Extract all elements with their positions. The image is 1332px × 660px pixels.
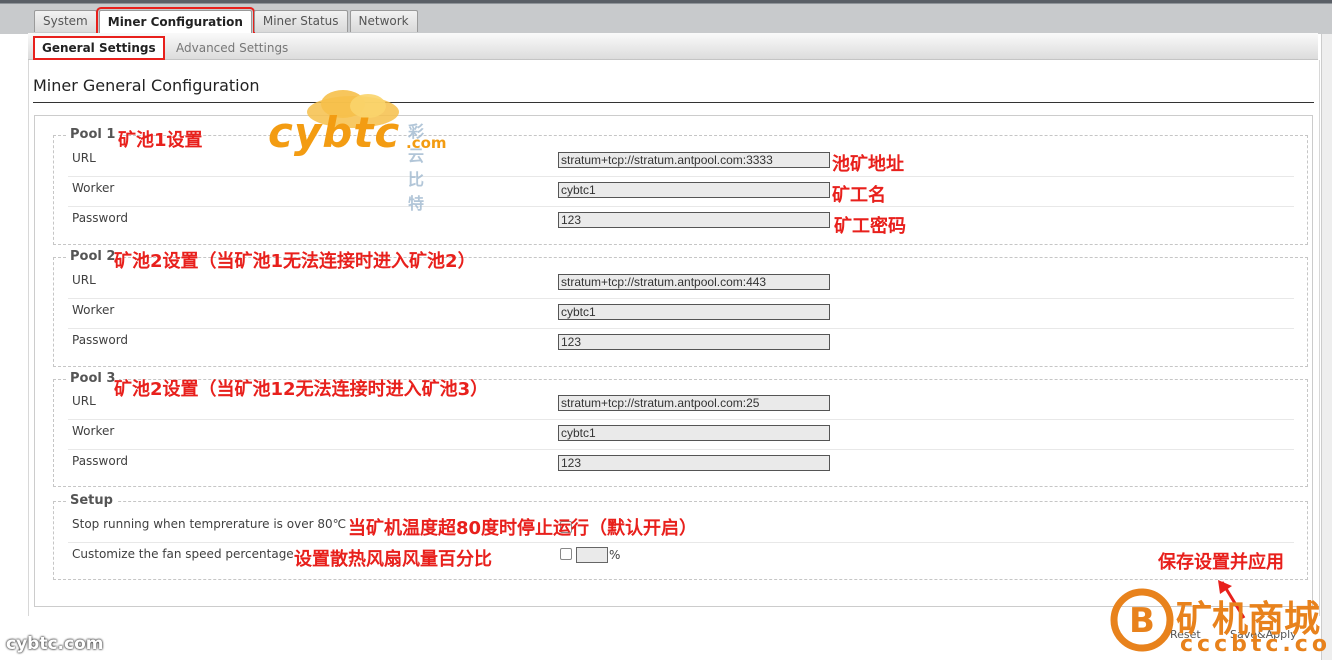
subtab-advanced-settings[interactable]: Advanced Settings	[169, 38, 295, 58]
divider	[33, 102, 1314, 103]
worker-label: Worker	[72, 181, 115, 195]
pool-1-legend: Pool 1	[66, 127, 120, 142]
bitcoin-icon: B	[1110, 588, 1174, 652]
pool-2-password-input[interactable]	[558, 334, 830, 350]
scrollbar[interactable]	[1321, 34, 1332, 660]
pool-3-password-row: Password	[68, 449, 1294, 479]
tab-miner-configuration[interactable]: Miner Configuration	[95, 7, 255, 37]
tab-network[interactable]: Network	[349, 10, 418, 32]
worker-label: Worker	[72, 303, 115, 317]
annotation-save: 保存设置并应用	[1158, 552, 1284, 573]
pool-1-password-row: Password	[68, 206, 1294, 236]
setup-section: Setup Stop running when temprerature is …	[53, 493, 1308, 580]
tab-system[interactable]: System	[34, 10, 97, 32]
fan-speed-input[interactable]	[576, 547, 608, 563]
pool-3-worker-input[interactable]	[558, 425, 830, 441]
password-label: Password	[72, 333, 129, 347]
url-label: URL	[72, 394, 96, 408]
pool-1-section: Pool 1 URL Worker Password	[53, 127, 1308, 245]
url-label: URL	[72, 151, 96, 165]
url-label: URL	[72, 273, 96, 287]
pool-3-password-input[interactable]	[558, 455, 830, 471]
password-label: Password	[72, 211, 129, 225]
pool-2-worker-row: Worker	[68, 298, 1294, 329]
pool-1-url-input[interactable]	[558, 152, 830, 168]
annotation-pool1: 矿池1设置	[118, 130, 203, 151]
pool-1-worker-input[interactable]	[558, 182, 830, 198]
pool-1-url-row: URL	[68, 146, 1294, 177]
shop-url-text: cccbtc.com	[1180, 632, 1332, 657]
logo-cn-text: 彩云比特	[408, 122, 425, 213]
watermark-bottom-left: cybtc.com	[6, 634, 104, 654]
fan-speed-label: Customize the fan speed percentage	[72, 547, 294, 561]
pool-2-worker-input[interactable]	[558, 304, 830, 320]
annotation-password: 矿工密码	[834, 216, 906, 237]
pool-3-legend: Pool 3	[66, 371, 120, 386]
sub-tabs: General Settings Advanced Settings	[28, 33, 1318, 60]
pool-2-legend: Pool 2	[66, 249, 120, 264]
annotation-url: 池矿地址	[832, 154, 904, 175]
pool-2-section: Pool 2 URL Worker Password	[53, 249, 1308, 367]
annotation-fan: 设置散热风扇风量百分比	[294, 549, 492, 570]
tab-miner-status[interactable]: Miner Status	[253, 10, 348, 32]
annotation-pool3: 矿池2设置（当矿池12无法连接时进入矿池3）	[114, 379, 489, 400]
svg-text:B: B	[1129, 601, 1155, 641]
annotation-worker: 矿工名	[832, 185, 886, 206]
fan-speed-checkbox[interactable]	[560, 548, 572, 560]
worker-label: Worker	[72, 424, 115, 438]
logo-main-text: cybtc	[268, 108, 401, 157]
pool-3-url-input[interactable]	[558, 395, 830, 411]
pool-2-url-input[interactable]	[558, 274, 830, 290]
page-title: Miner General Configuration	[33, 76, 260, 95]
percent-sign: %	[609, 548, 621, 562]
pool-1-worker-row: Worker	[68, 176, 1294, 207]
fan-speed-row: Customize the fan speed percentage %	[68, 542, 1294, 572]
setup-legend: Setup	[66, 493, 117, 508]
password-label: Password	[72, 454, 129, 468]
pool-3-worker-row: Worker	[68, 419, 1294, 450]
annotation-pool2: 矿池2设置（当矿池1无法连接时进入矿池2）	[114, 251, 476, 272]
pool-1-password-input[interactable]	[558, 212, 830, 228]
pool-2-password-row: Password	[68, 328, 1294, 358]
annotation-temp: 当矿机温度超80度时停止运行（默认开启）	[348, 518, 698, 539]
main-tabs: System Miner Configuration Miner Status …	[34, 7, 418, 37]
subtab-general-settings[interactable]: General Settings	[33, 36, 165, 60]
stop-temp-label: Stop running when temprerature is over 8…	[72, 517, 347, 531]
